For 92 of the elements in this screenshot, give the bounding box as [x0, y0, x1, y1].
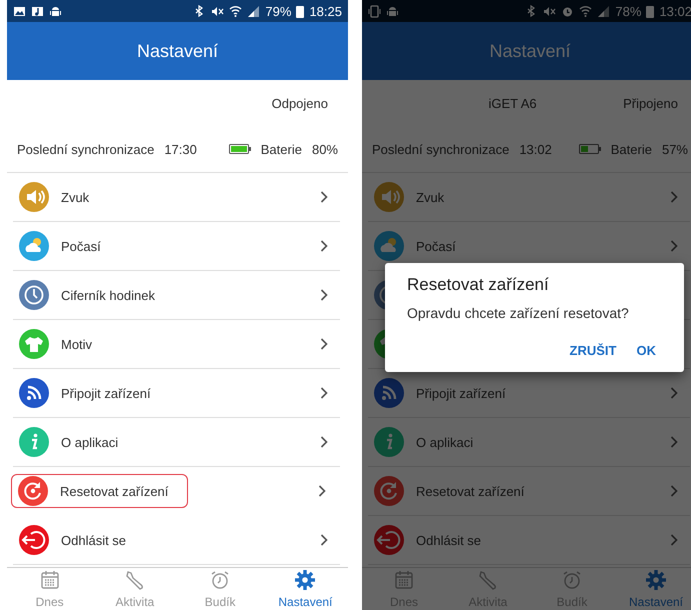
- info-icon: [374, 427, 404, 457]
- chevron-right-icon: [670, 534, 678, 546]
- battery-percent: 79%: [265, 4, 292, 18]
- speaker-icon: [19, 182, 49, 212]
- wifi-icon: [229, 4, 242, 18]
- settings-item[interactable]: Připojit zařízení: [13, 369, 340, 418]
- refresh-icon: [374, 476, 404, 506]
- dialog-button[interactable]: ZRUŠIT: [564, 339, 622, 362]
- signal-waves-icon: [374, 378, 404, 408]
- chevron-right-icon: [670, 485, 678, 497]
- settings-item[interactable]: Odhlásit se: [13, 516, 340, 565]
- logout-icon: [374, 525, 404, 555]
- item-label: O aplikaci: [416, 434, 474, 450]
- nav-tab[interactable]: Nastavení: [614, 568, 691, 610]
- battery-icon: [646, 4, 654, 18]
- logout-icon: [19, 525, 49, 555]
- sync-label: Poslední synchronizace: [17, 142, 154, 156]
- item-label: Odhlásit se: [61, 532, 128, 548]
- nav-tab[interactable]: Dnes: [7, 568, 92, 610]
- battery-label: Baterie: [260, 142, 302, 156]
- chevron-right-icon: [320, 289, 328, 301]
- chevron-right-icon: [320, 534, 328, 546]
- battery-label: Baterie: [610, 142, 652, 156]
- battery-level-text: 57%: [662, 142, 688, 156]
- mute-icon: [543, 4, 556, 18]
- sync-time: 17:30: [164, 142, 198, 156]
- settings-item[interactable]: O aplikaci: [13, 418, 340, 467]
- screen-title: Nastavení: [136, 40, 218, 62]
- settings-item[interactable]: Resetovat zařízení: [368, 467, 690, 516]
- dialog-message: Opravdu chcete zařízení resetovat?: [407, 305, 630, 321]
- clock-time: 18:25: [309, 4, 342, 18]
- item-label: O aplikaci: [61, 434, 120, 450]
- alarm-icon: [561, 4, 574, 18]
- chevron-right-icon: [670, 436, 678, 448]
- wifi-icon: [579, 4, 592, 18]
- connection-status: Odpojeno: [272, 96, 328, 110]
- item-label: Resetovat zařízení: [416, 484, 526, 498]
- chevron-right-icon: [320, 240, 328, 252]
- picture-icon: [13, 4, 26, 18]
- chevron-right-icon: [318, 485, 326, 497]
- chevron-right-icon: [320, 338, 328, 350]
- clock-time: 13:02: [659, 4, 691, 18]
- settings-item[interactable]: Zvuk: [368, 173, 690, 222]
- cloud-sun-icon: [19, 231, 49, 261]
- dialog-button[interactable]: OK: [630, 339, 662, 362]
- battery-icon: [578, 144, 601, 154]
- nav-tab[interactable]: Nastavení: [262, 568, 348, 610]
- connection-status: Připojeno: [623, 96, 678, 110]
- battery-level-text: 80%: [312, 142, 338, 156]
- item-label: Odhlásit se: [416, 532, 482, 548]
- screen-title: Nastavení: [489, 40, 571, 62]
- item-label: Připojit zařízení: [416, 386, 507, 400]
- settings-item[interactable]: Motiv: [13, 320, 340, 369]
- item-label: Resetovat zařízení: [60, 484, 170, 498]
- chevron-right-icon: [320, 387, 328, 399]
- dialog-title: Resetovat zařízení: [407, 275, 550, 295]
- shirt-icon: [19, 329, 49, 359]
- signal-waves-icon: [19, 378, 49, 408]
- settings-item[interactable]: Zvuk: [13, 173, 340, 222]
- item-label: Zvuk: [416, 190, 446, 204]
- info-icon: [19, 427, 49, 457]
- device-name: iGET A6: [487, 96, 538, 110]
- battery-percent: 78%: [615, 4, 642, 18]
- speaker-icon: [374, 182, 404, 212]
- settings-item[interactable]: Odhlásit se: [368, 516, 690, 565]
- chevron-right-icon: [670, 240, 678, 252]
- chevron-right-icon: [670, 387, 678, 399]
- item-label: Připojit zařízení: [61, 386, 152, 400]
- item-label: Ciferník hodinek: [61, 288, 156, 302]
- chevron-right-icon: [320, 436, 328, 448]
- item-label: Počasí: [61, 238, 102, 254]
- battery-icon: [228, 144, 251, 154]
- item-label: Motiv: [61, 336, 94, 352]
- chevron-right-icon: [670, 191, 678, 203]
- music-note-icon: [31, 4, 44, 18]
- clock-icon: [19, 280, 49, 310]
- signal-icon: [247, 4, 260, 18]
- chevron-right-icon: [320, 191, 328, 203]
- vibrate-icon: [368, 4, 381, 18]
- battery-icon: [296, 4, 304, 18]
- settings-item[interactable]: Ciferník hodinek: [13, 271, 340, 320]
- mute-icon: [211, 4, 224, 18]
- item-label: Zvuk: [61, 190, 90, 204]
- item-label: Počasí: [416, 238, 457, 254]
- refresh-icon: [18, 476, 48, 506]
- settings-item[interactable]: O aplikaci: [368, 418, 690, 467]
- nav-tab[interactable]: Aktivita: [92, 568, 178, 610]
- sync-time: 13:02: [519, 142, 553, 156]
- nav-tab[interactable]: Budík: [178, 568, 263, 610]
- cloud-sun-icon: [374, 231, 404, 261]
- settings-item[interactable]: Počasí: [13, 222, 340, 271]
- sync-label: Poslední synchronizace: [372, 142, 510, 156]
